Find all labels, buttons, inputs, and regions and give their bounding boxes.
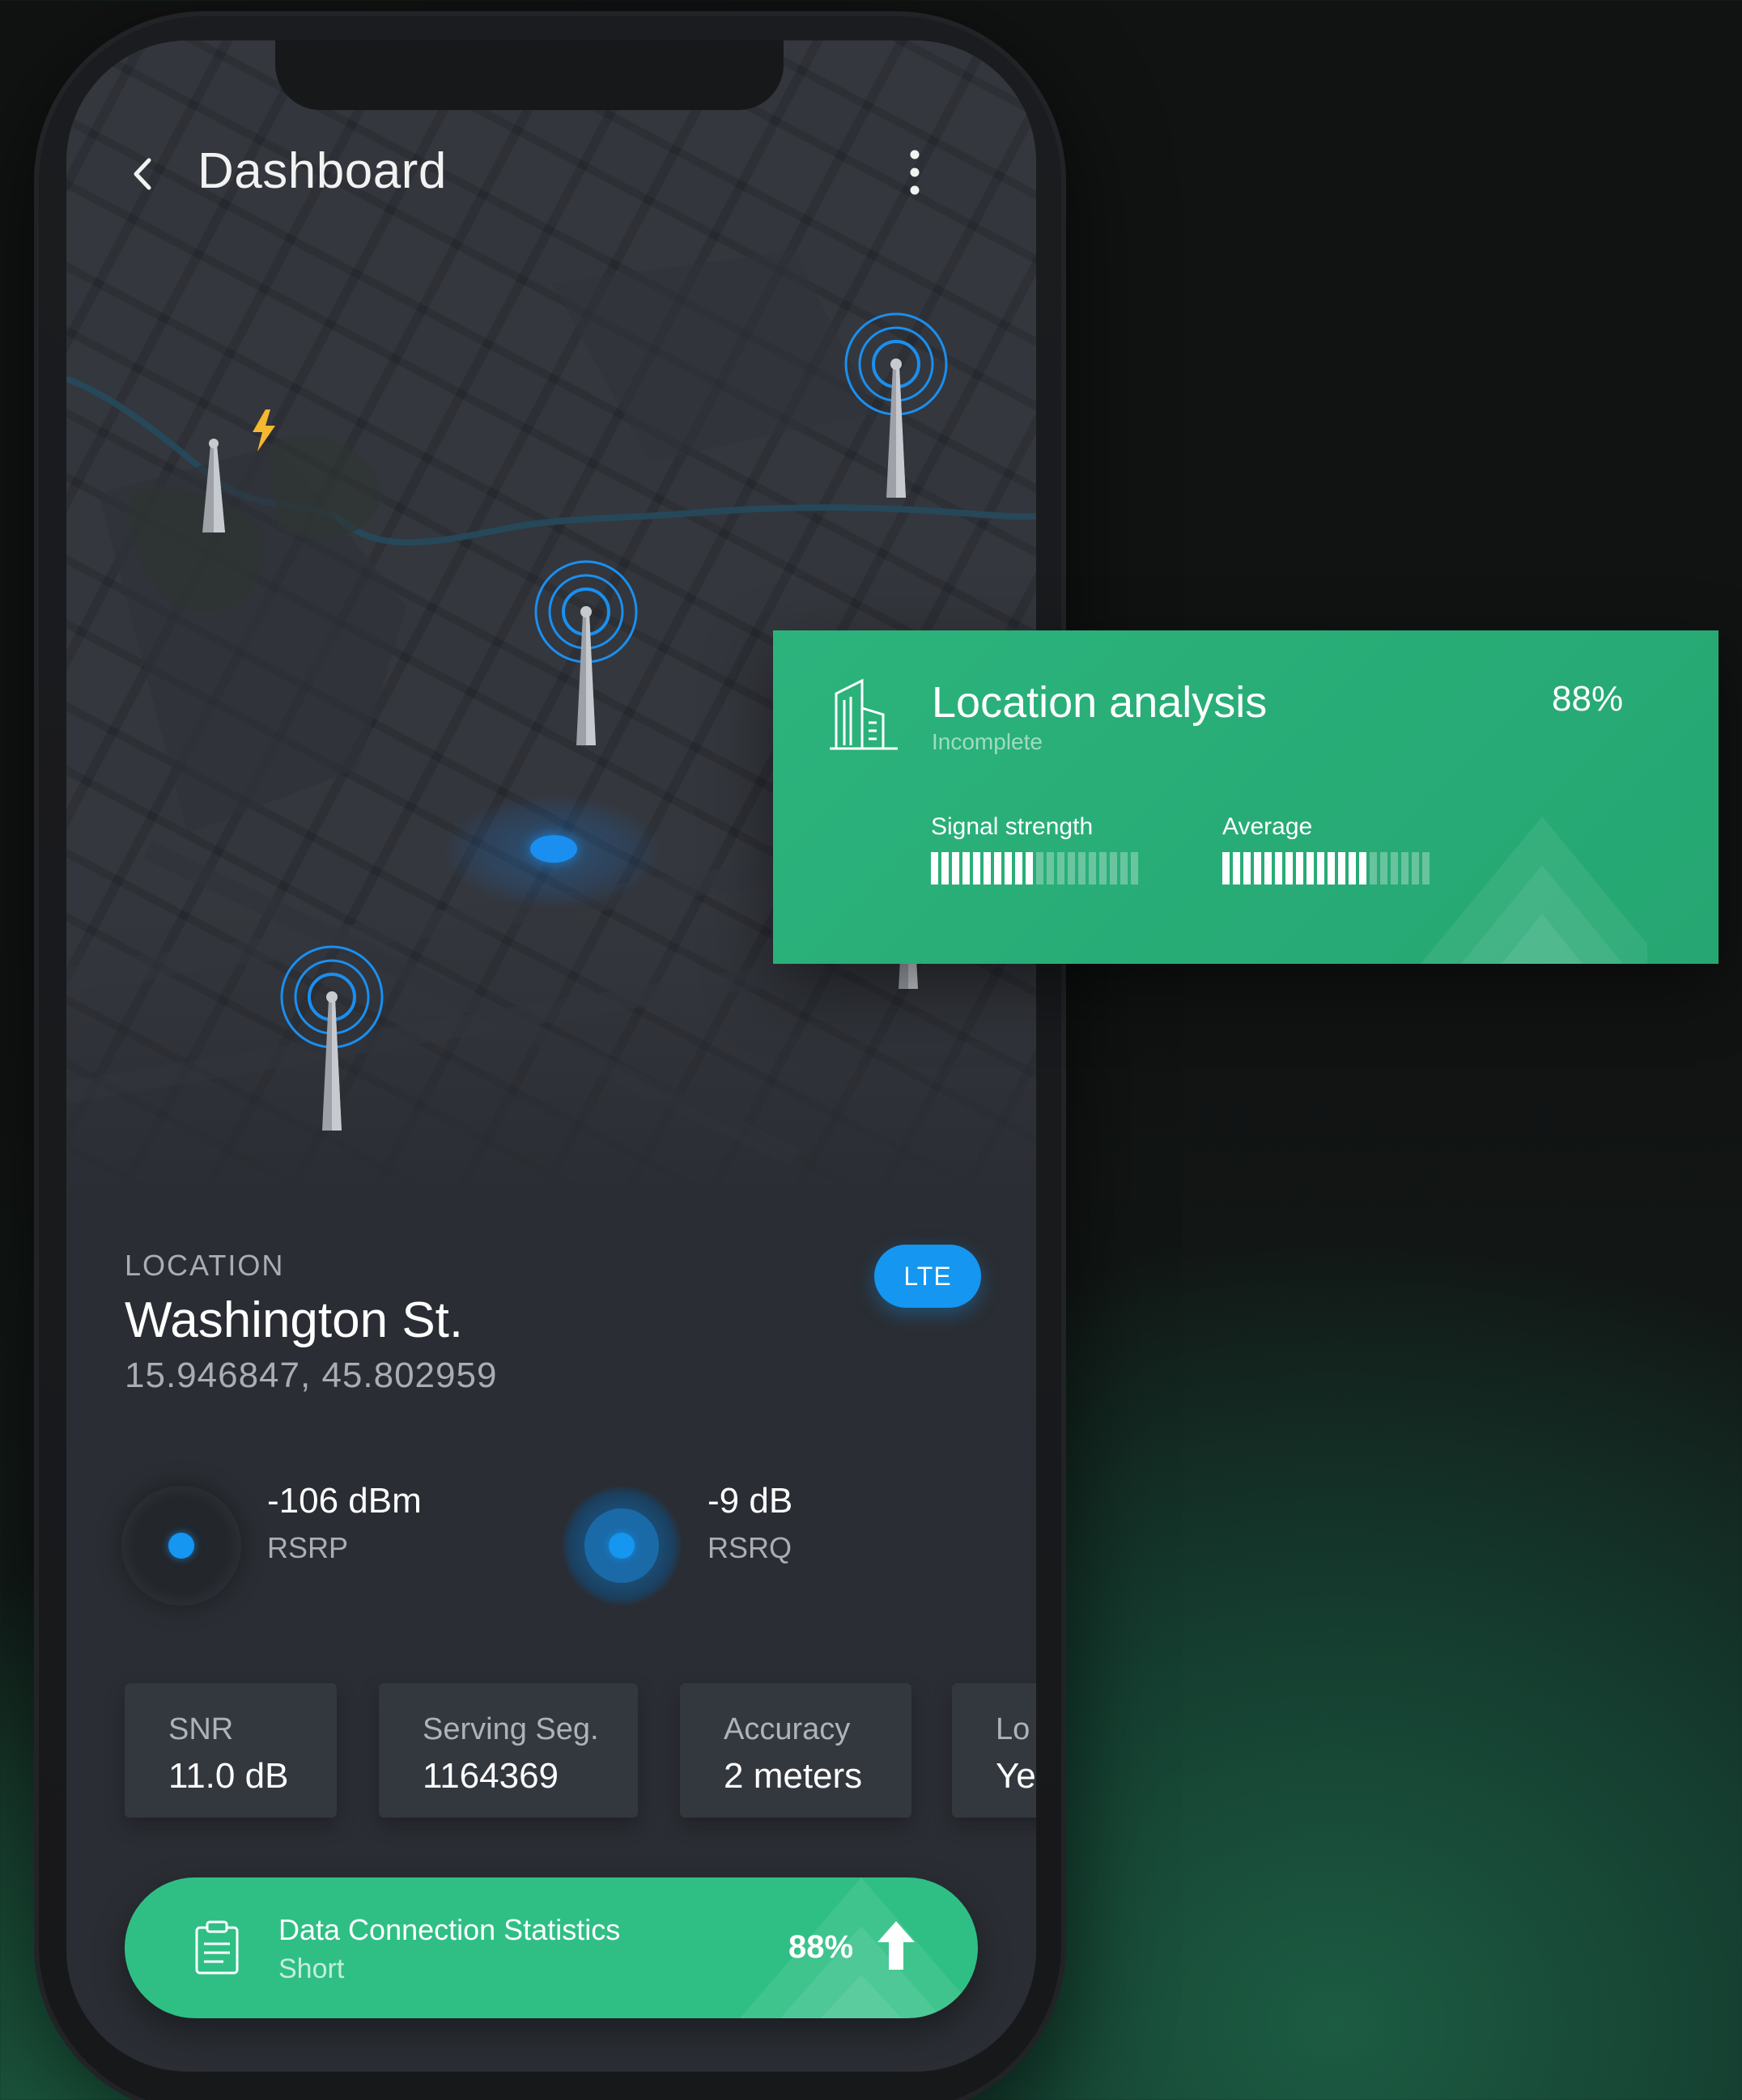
meter-bar [1306,852,1314,885]
meter-bar [1047,852,1054,885]
location-caption: LOCATION [125,1249,285,1282]
meter-bar [1391,852,1398,885]
data-connection-percent: 88% [788,1929,854,1965]
stat-card-snr[interactable]: SNR 11.0 dB [125,1683,337,1818]
meter-bar [1412,852,1419,885]
rsrq-value: -9 dB [707,1481,793,1521]
meter-bar [1349,852,1356,885]
meter-bar [994,852,1001,885]
rsrp-label: RSRP [267,1531,349,1564]
meter-bar [973,852,980,885]
meter-bar [1422,852,1430,885]
meter-bar [1110,852,1117,885]
arrow-up-icon [877,1921,915,1970]
data-connection-subtitle: Short [278,1954,345,1984]
meter-bar [1254,852,1261,885]
tower-top-right[interactable] [839,308,953,502]
meter-bar [1285,852,1293,885]
meter-bar [1005,852,1012,885]
phone-notch [275,40,784,110]
stat-label: Lo [996,1712,1030,1746]
meter-bar [1317,852,1324,885]
meter-bar [1264,852,1272,885]
average-label: Average [1222,813,1313,840]
lightning-icon [253,409,275,452]
clipboard-icon [195,1920,239,1975]
more-vertical-icon [910,150,920,195]
location-name: Washington St. [125,1292,464,1348]
signal-strength-meter: Signal strength [931,813,1138,885]
rsrq-metric: -9 dB RSRQ [562,1481,967,1610]
analysis-subtitle: Incomplete [932,729,1043,754]
stat-value: 11.0 dB [168,1756,289,1796]
current-location-marker [443,795,661,908]
meter-bar [1296,852,1303,885]
meter-bar [1370,852,1377,885]
analysis-percent: 88% [1552,679,1624,719]
meter-bar [1275,852,1282,885]
meter-bar [1328,852,1335,885]
average-bars [1222,852,1430,885]
meter-bar [1338,852,1345,885]
pill-decoration [740,1877,978,2018]
stat-label: SNR [168,1712,234,1746]
average-meter: Average [1222,813,1430,885]
meter-bar [1222,852,1230,885]
meter-bar [952,852,959,885]
meter-bar [1036,852,1043,885]
stat-value: Ye [996,1756,1036,1796]
data-connection-button[interactable]: Data Connection Statistics Short 88% [125,1877,978,2018]
meter-bar [984,852,991,885]
rsrp-indicator-icon [121,1486,241,1606]
meter-bar [1233,852,1240,885]
data-connection-title: Data Connection Statistics [278,1913,621,1946]
meter-bar [1068,852,1075,885]
signal-strength-label: Signal strength [931,813,1094,840]
back-button[interactable] [119,150,168,198]
meter-bar [1057,852,1064,885]
meter-bar [1089,852,1096,885]
app-header: Dashboard [66,105,1036,235]
rsrq-label: RSRQ [707,1531,792,1564]
stat-label: Accuracy [724,1712,851,1746]
stat-label: Serving Seg. [423,1712,599,1746]
location-coordinates: 15.946847, 45.802959 [125,1355,498,1395]
meter-bar [1131,852,1138,885]
meter-bar [962,852,970,885]
meter-bar [1099,852,1107,885]
network-type-badge[interactable]: LTE [874,1245,981,1308]
tower-bottom-left[interactable] [275,940,389,1135]
stat-card-partial[interactable]: Lo Ye [952,1683,1036,1818]
tower-with-lightning[interactable] [193,397,290,534]
analysis-title: Location analysis [932,678,1268,727]
meter-bar [1243,852,1251,885]
phone-screen: Dashboard LOCATION Washington St. 15.946… [66,40,1036,2072]
chevron-left-icon [134,158,151,190]
rsrp-value: -106 dBm [267,1481,422,1521]
meter-bar [1401,852,1408,885]
stat-value: 1164369 [423,1756,559,1796]
meter-bar [1078,852,1086,885]
building-icon [830,678,898,750]
stat-value: 2 meters [724,1756,863,1796]
meter-bar [941,852,949,885]
page-title: Dashboard [198,143,447,199]
meter-bar [1015,852,1022,885]
meter-bar [1380,852,1387,885]
meter-bar [1359,852,1366,885]
rsrq-indicator-icon [562,1486,682,1606]
stat-card-accuracy[interactable]: Accuracy 2 meters [680,1683,911,1818]
meter-bar [931,852,938,885]
stat-card-serving-seg[interactable]: Serving Seg. 1164369 [379,1683,638,1818]
rsrp-metric: -106 dBm RSRP [121,1481,526,1610]
stats-row[interactable]: SNR 11.0 dB Serving Seg. 1164369 Accurac… [125,1683,1036,1822]
signal-strength-bars [931,852,1138,885]
tower-center[interactable] [529,555,643,749]
meter-bar [1026,852,1033,885]
meter-bar [1120,852,1128,885]
location-analysis-card[interactable]: Location analysis Incomplete 88% Signal … [773,630,1719,964]
more-options-button[interactable] [892,144,937,201]
